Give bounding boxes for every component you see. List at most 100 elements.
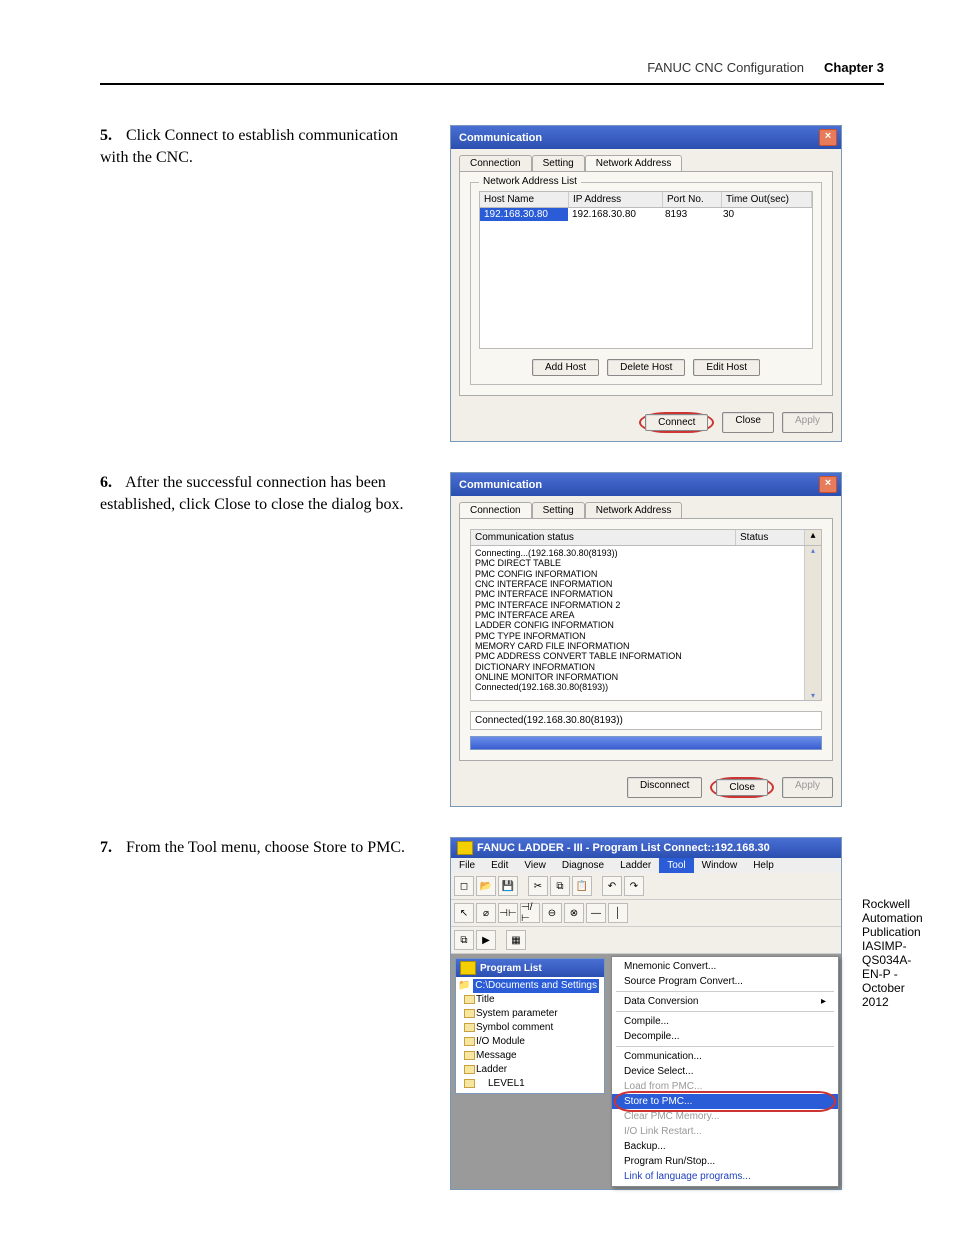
menu-item-mnemonic-convert[interactable]: Mnemonic Convert... xyxy=(612,959,838,974)
close-button[interactable]: Close xyxy=(722,412,774,433)
delete-host-button[interactable]: Delete Host xyxy=(607,359,685,376)
tree-item-system-parameter[interactable]: System parameter xyxy=(458,1007,602,1021)
menu-diagnose[interactable]: Diagnose xyxy=(554,858,612,873)
list-row[interactable]: 192.168.30.80 192.168.30.80 8193 30 xyxy=(480,208,812,221)
step5-text: Click Connect to establish communication… xyxy=(100,127,398,166)
menu-item-decompile[interactable]: Decompile... xyxy=(612,1029,838,1044)
new-icon[interactable]: ◻ xyxy=(454,876,474,896)
step7-text: From the Tool menu, choose Store to PMC. xyxy=(126,839,405,856)
coil-icon[interactable]: ⊗ xyxy=(564,903,584,923)
tree-item-io-module[interactable]: I/O Module xyxy=(458,1035,602,1049)
tree-item-symbol-comment[interactable]: Symbol comment xyxy=(458,1021,602,1035)
menu-item-device-select[interactable]: Device Select... xyxy=(612,1064,838,1079)
status-line: MEMORY CARD FILE INFORMATION xyxy=(475,641,803,651)
dialog2-title: Communication xyxy=(459,479,542,491)
tab-network-address[interactable]: Network Address xyxy=(585,502,683,518)
line-icon[interactable]: — xyxy=(586,903,606,923)
tree-item-message[interactable]: Message xyxy=(458,1049,602,1063)
save-icon[interactable]: 💾 xyxy=(498,876,518,896)
undo-icon[interactable]: ↶ xyxy=(602,876,622,896)
tool-icon[interactable]: ⌀ xyxy=(476,903,496,923)
status-line: PMC ADDRESS CONVERT TABLE INFORMATION xyxy=(475,651,803,661)
header-rule xyxy=(100,83,884,85)
tool-icon[interactable]: ⧉ xyxy=(454,930,474,950)
tab-setting[interactable]: Setting xyxy=(532,155,585,171)
step7-num: 7. xyxy=(100,837,122,859)
close-icon[interactable]: × xyxy=(819,129,837,146)
step5-num: 5. xyxy=(100,125,122,147)
scroll-up-icon[interactable]: ▴ xyxy=(804,530,821,545)
menu-item-compile[interactable]: Compile... xyxy=(612,1014,838,1029)
menu-item-store-to-pmc[interactable]: Store to PMC... xyxy=(612,1094,838,1109)
cut-icon[interactable]: ✂ xyxy=(528,876,548,896)
tool-icon[interactable]: ↖ xyxy=(454,903,474,923)
disconnect-button[interactable]: Disconnect xyxy=(627,777,702,798)
contact-no-icon[interactable]: ⊣⊢ xyxy=(498,903,518,923)
menu-item-source-program-convert[interactable]: Source Program Convert... xyxy=(612,974,838,989)
row-host: 192.168.30.80 xyxy=(480,208,568,221)
menu-help[interactable]: Help xyxy=(745,858,782,873)
col-timeout[interactable]: Time Out(sec) xyxy=(722,192,812,207)
tab-network-address[interactable]: Network Address xyxy=(585,155,683,171)
menu-file[interactable]: File xyxy=(451,858,483,873)
tool-icon[interactable]: ▦ xyxy=(506,930,526,950)
menu-ladder[interactable]: Ladder xyxy=(612,858,659,873)
menu-item-link-language-programs[interactable]: Link of language programs... xyxy=(612,1169,838,1184)
menu-view[interactable]: View xyxy=(516,858,554,873)
tab-setting[interactable]: Setting xyxy=(532,502,585,518)
menu-item-backup[interactable]: Backup... xyxy=(612,1139,838,1154)
col-status[interactable]: Status xyxy=(736,530,804,545)
status-line: Connecting...(192.168.30.80(8193)) xyxy=(475,548,803,558)
coil-icon[interactable]: ⊖ xyxy=(542,903,562,923)
footer-publication: Rockwell Automation Publication IASIMP-Q… xyxy=(862,897,923,1009)
apply-button: Apply xyxy=(782,777,833,798)
step6-num: 6. xyxy=(100,472,122,494)
tree-item-title[interactable]: Title xyxy=(458,993,602,1007)
status-list[interactable]: Connecting...(192.168.30.80(8193)) PMC D… xyxy=(470,546,822,701)
tree-root[interactable]: C:\Documents and Settings xyxy=(473,979,599,993)
paste-icon[interactable]: 📋 xyxy=(572,876,592,896)
edit-host-button[interactable]: Edit Host xyxy=(693,359,760,376)
close-icon[interactable]: × xyxy=(819,476,837,493)
redo-icon[interactable]: ↷ xyxy=(624,876,644,896)
app-title-text: FANUC LADDER - III - Program List Connec… xyxy=(477,842,770,854)
menu-item-program-run-stop[interactable]: Program Run/Stop... xyxy=(612,1154,838,1169)
row-port: 8193 xyxy=(661,208,719,221)
menu-item-communication[interactable]: Communication... xyxy=(612,1049,838,1064)
tab-connection[interactable]: Connection xyxy=(459,502,532,518)
menu-window[interactable]: Window xyxy=(694,858,746,873)
menu-item-clear-pmc-memory: Clear PMC Memory... xyxy=(612,1109,838,1124)
connect-button[interactable]: Connect xyxy=(645,414,708,431)
contact-nc-icon[interactable]: ⊣/⊢ xyxy=(520,903,540,923)
scrollbar[interactable]: ▴▾ xyxy=(804,546,821,700)
tool-menu-popup: Mnemonic Convert... Source Program Conve… xyxy=(611,956,839,1187)
group-label: Network Address List xyxy=(479,176,581,187)
tab-connection[interactable]: Connection xyxy=(459,155,532,171)
add-host-button[interactable]: Add Host xyxy=(532,359,599,376)
menu-tool[interactable]: Tool xyxy=(659,858,693,873)
open-icon[interactable]: 📂 xyxy=(476,876,496,896)
address-list[interactable]: 192.168.30.80 192.168.30.80 8193 30 xyxy=(479,208,813,349)
col-port[interactable]: Port No. xyxy=(663,192,722,207)
status-line: Connected(192.168.30.80(8193)) xyxy=(475,682,803,692)
close-button[interactable]: Close xyxy=(716,779,768,796)
tree-item-level1[interactable]: LEVEL1 xyxy=(458,1077,602,1091)
toolbar-2: ↖ ⌀ ⊣⊢ ⊣/⊢ ⊖ ⊗ — │ xyxy=(451,900,841,927)
tool-icon[interactable]: ▶ xyxy=(476,930,496,950)
program-tree[interactable]: 📁 C:\Documents and Settings Title System… xyxy=(456,977,604,1093)
dialog1-title: Communication xyxy=(459,132,542,144)
menu-item-io-link-restart: I/O Link Restart... xyxy=(612,1124,838,1139)
status-list-header: Communication status Status ▴ xyxy=(470,529,822,546)
col-ip[interactable]: IP Address xyxy=(569,192,663,207)
tree-item-ladder[interactable]: Ladder xyxy=(458,1063,602,1077)
col-comm-status[interactable]: Communication status xyxy=(471,530,736,545)
menu-item-data-conversion[interactable]: Data Conversion xyxy=(612,994,838,1009)
progress-bar xyxy=(470,736,822,750)
menu-edit[interactable]: Edit xyxy=(483,858,516,873)
copy-icon[interactable]: ⧉ xyxy=(550,876,570,896)
status-line: LADDER CONFIG INFORMATION xyxy=(475,620,803,630)
menu-bar[interactable]: File Edit View Diagnose Ladder Tool Wind… xyxy=(451,858,841,873)
status-line: PMC DIRECT TABLE xyxy=(475,558,803,568)
line-icon[interactable]: │ xyxy=(608,903,628,923)
col-hostname[interactable]: Host Name xyxy=(480,192,569,207)
